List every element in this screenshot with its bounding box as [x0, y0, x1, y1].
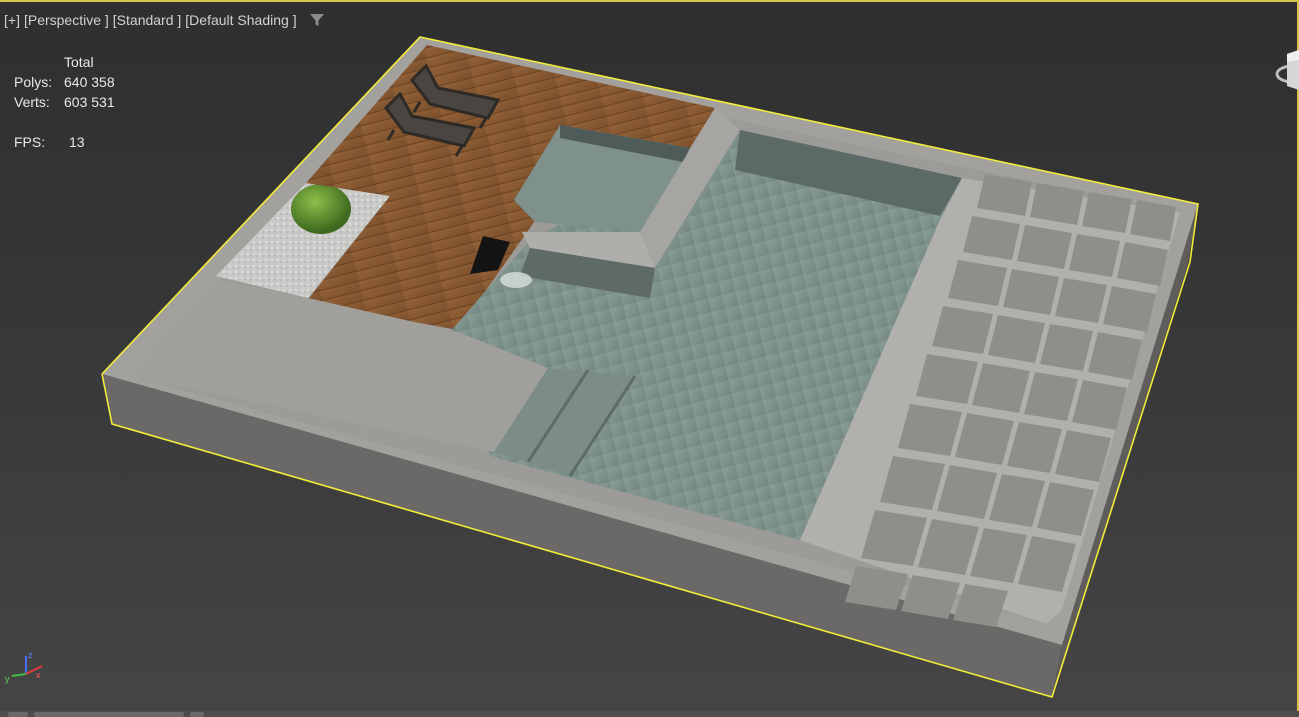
- time-slider-seg-2[interactable]: [34, 712, 184, 717]
- viewport-view-menu[interactable]: [Perspective ]: [24, 12, 109, 28]
- statistics-overlay: Total Polys: 640 358 Verts: 603 531 FPS:…: [14, 52, 115, 152]
- fps-value: 13: [69, 134, 85, 150]
- perspective-viewport[interactable]: [+] [Perspective ] [Standard ] [Default …: [0, 0, 1299, 717]
- axis-tripod-icon: z x y: [5, 650, 43, 684]
- time-slider-strip[interactable]: [0, 711, 1299, 717]
- polys-label: Polys:: [14, 74, 53, 90]
- scene-render[interactable]: [0, 0, 1299, 717]
- bush: [291, 184, 351, 234]
- water-splash: [500, 272, 532, 288]
- axis-y-label: y: [5, 674, 10, 684]
- verts-value: 603 531: [64, 94, 115, 110]
- axis-x-label: x: [36, 670, 41, 680]
- funnel-icon[interactable]: [309, 12, 325, 28]
- viewport-plus-menu[interactable]: [+]: [4, 12, 20, 28]
- viewport-mode-menu[interactable]: [Standard ]: [113, 12, 182, 28]
- axis-z-label: z: [28, 650, 33, 660]
- polys-value: 640 358: [64, 74, 115, 90]
- viewport-shading-menu[interactable]: [Default Shading ]: [185, 12, 296, 28]
- stats-total-header: Total: [64, 54, 94, 70]
- viewport-label-menu: [+] [Perspective ] [Standard ] [Default …: [4, 10, 325, 30]
- time-slider-seg-1[interactable]: [8, 712, 28, 717]
- verts-label: Verts:: [14, 94, 50, 110]
- viewcube-icon[interactable]: [1269, 40, 1299, 104]
- fps-label: FPS:: [14, 134, 46, 150]
- time-slider-seg-3[interactable]: [190, 712, 204, 717]
